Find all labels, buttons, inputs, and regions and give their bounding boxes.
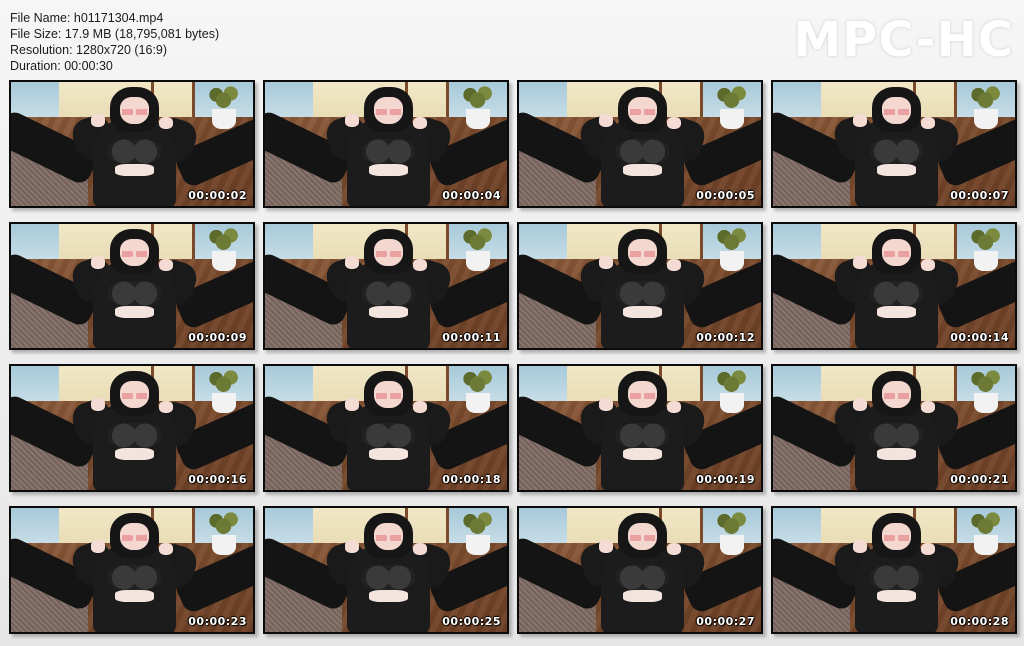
thumbnail-timestamp: 00:00:25 bbox=[442, 615, 501, 628]
thumbnail-timestamp: 00:00:27 bbox=[696, 615, 755, 628]
thumbnail-grid: 00:00:02 00:00:04 00:00:05 00:00:07 00:0… bbox=[9, 80, 1017, 634]
video-thumbnail: 00:00:18 bbox=[263, 364, 509, 492]
thumbnail-timestamp: 00:00:05 bbox=[696, 189, 755, 202]
thumbnail-frame-image bbox=[265, 82, 507, 206]
thumbnail-timestamp: 00:00:23 bbox=[188, 615, 247, 628]
file-name-text: File Name: h01171304.mp4 bbox=[10, 11, 164, 25]
video-thumbnail: 00:00:28 bbox=[771, 506, 1017, 634]
thumbnail-timestamp: 00:00:04 bbox=[442, 189, 501, 202]
thumbnail-timestamp: 00:00:19 bbox=[696, 473, 755, 486]
video-thumbnail: 00:00:12 bbox=[517, 222, 763, 350]
thumbnail-frame-image bbox=[11, 82, 253, 206]
thumbnail-timestamp: 00:00:14 bbox=[950, 331, 1009, 344]
video-thumbnail: 00:00:09 bbox=[9, 222, 255, 350]
video-thumbnail: 00:00:21 bbox=[771, 364, 1017, 492]
video-thumbnail: 00:00:25 bbox=[263, 506, 509, 634]
duration-text: Duration: 00:00:30 bbox=[10, 59, 113, 73]
thumbnail-frame-image bbox=[773, 508, 1015, 632]
thumbnail-timestamp: 00:00:12 bbox=[696, 331, 755, 344]
thumbnail-frame-image bbox=[265, 508, 507, 632]
thumbnail-frame-image bbox=[265, 224, 507, 348]
video-thumbnail: 00:00:14 bbox=[771, 222, 1017, 350]
video-thumbnail: 00:00:23 bbox=[9, 506, 255, 634]
thumbnail-timestamp: 00:00:21 bbox=[950, 473, 1009, 486]
video-thumbnail: 00:00:16 bbox=[9, 364, 255, 492]
thumbnail-frame-image bbox=[773, 366, 1015, 490]
thumbnail-frame-image bbox=[519, 508, 761, 632]
thumbnail-frame-image bbox=[773, 224, 1015, 348]
thumbnail-frame-image bbox=[11, 508, 253, 632]
video-thumbnail: 00:00:07 bbox=[771, 80, 1017, 208]
video-thumbnail: 00:00:27 bbox=[517, 506, 763, 634]
thumbnail-frame-image bbox=[11, 366, 253, 490]
video-thumbnail: 00:00:19 bbox=[517, 364, 763, 492]
video-thumbnail: 00:00:05 bbox=[517, 80, 763, 208]
resolution-text: Resolution: 1280x720 (16:9) bbox=[10, 43, 168, 57]
thumbnail-frame-image bbox=[519, 82, 761, 206]
thumbnail-timestamp: 00:00:16 bbox=[188, 473, 247, 486]
video-thumbnail: 00:00:02 bbox=[9, 80, 255, 208]
file-info-panel: File Name: h01171304.mp4 File Size: 17.9… bbox=[10, 10, 219, 74]
thumbnail-timestamp: 00:00:02 bbox=[188, 189, 247, 202]
video-thumbnail: 00:00:11 bbox=[263, 222, 509, 350]
video-thumbnail: 00:00:04 bbox=[263, 80, 509, 208]
thumbnail-timestamp: 00:00:11 bbox=[442, 331, 501, 344]
thumbnail-frame-image bbox=[519, 366, 761, 490]
mpc-hc-logo: MPC-HC bbox=[793, 12, 1014, 68]
thumbnail-timestamp: 00:00:28 bbox=[950, 615, 1009, 628]
thumbnail-frame-image bbox=[773, 82, 1015, 206]
file-size-text: File Size: 17.9 MB (18,795,081 bytes) bbox=[10, 27, 220, 41]
thumbnail-frame-image bbox=[265, 366, 507, 490]
thumbnail-timestamp: 00:00:07 bbox=[950, 189, 1009, 202]
thumbnail-frame-image bbox=[11, 224, 253, 348]
thumbnail-frame-image bbox=[519, 224, 761, 348]
thumbnail-timestamp: 00:00:09 bbox=[188, 331, 247, 344]
thumbnail-timestamp: 00:00:18 bbox=[442, 473, 501, 486]
